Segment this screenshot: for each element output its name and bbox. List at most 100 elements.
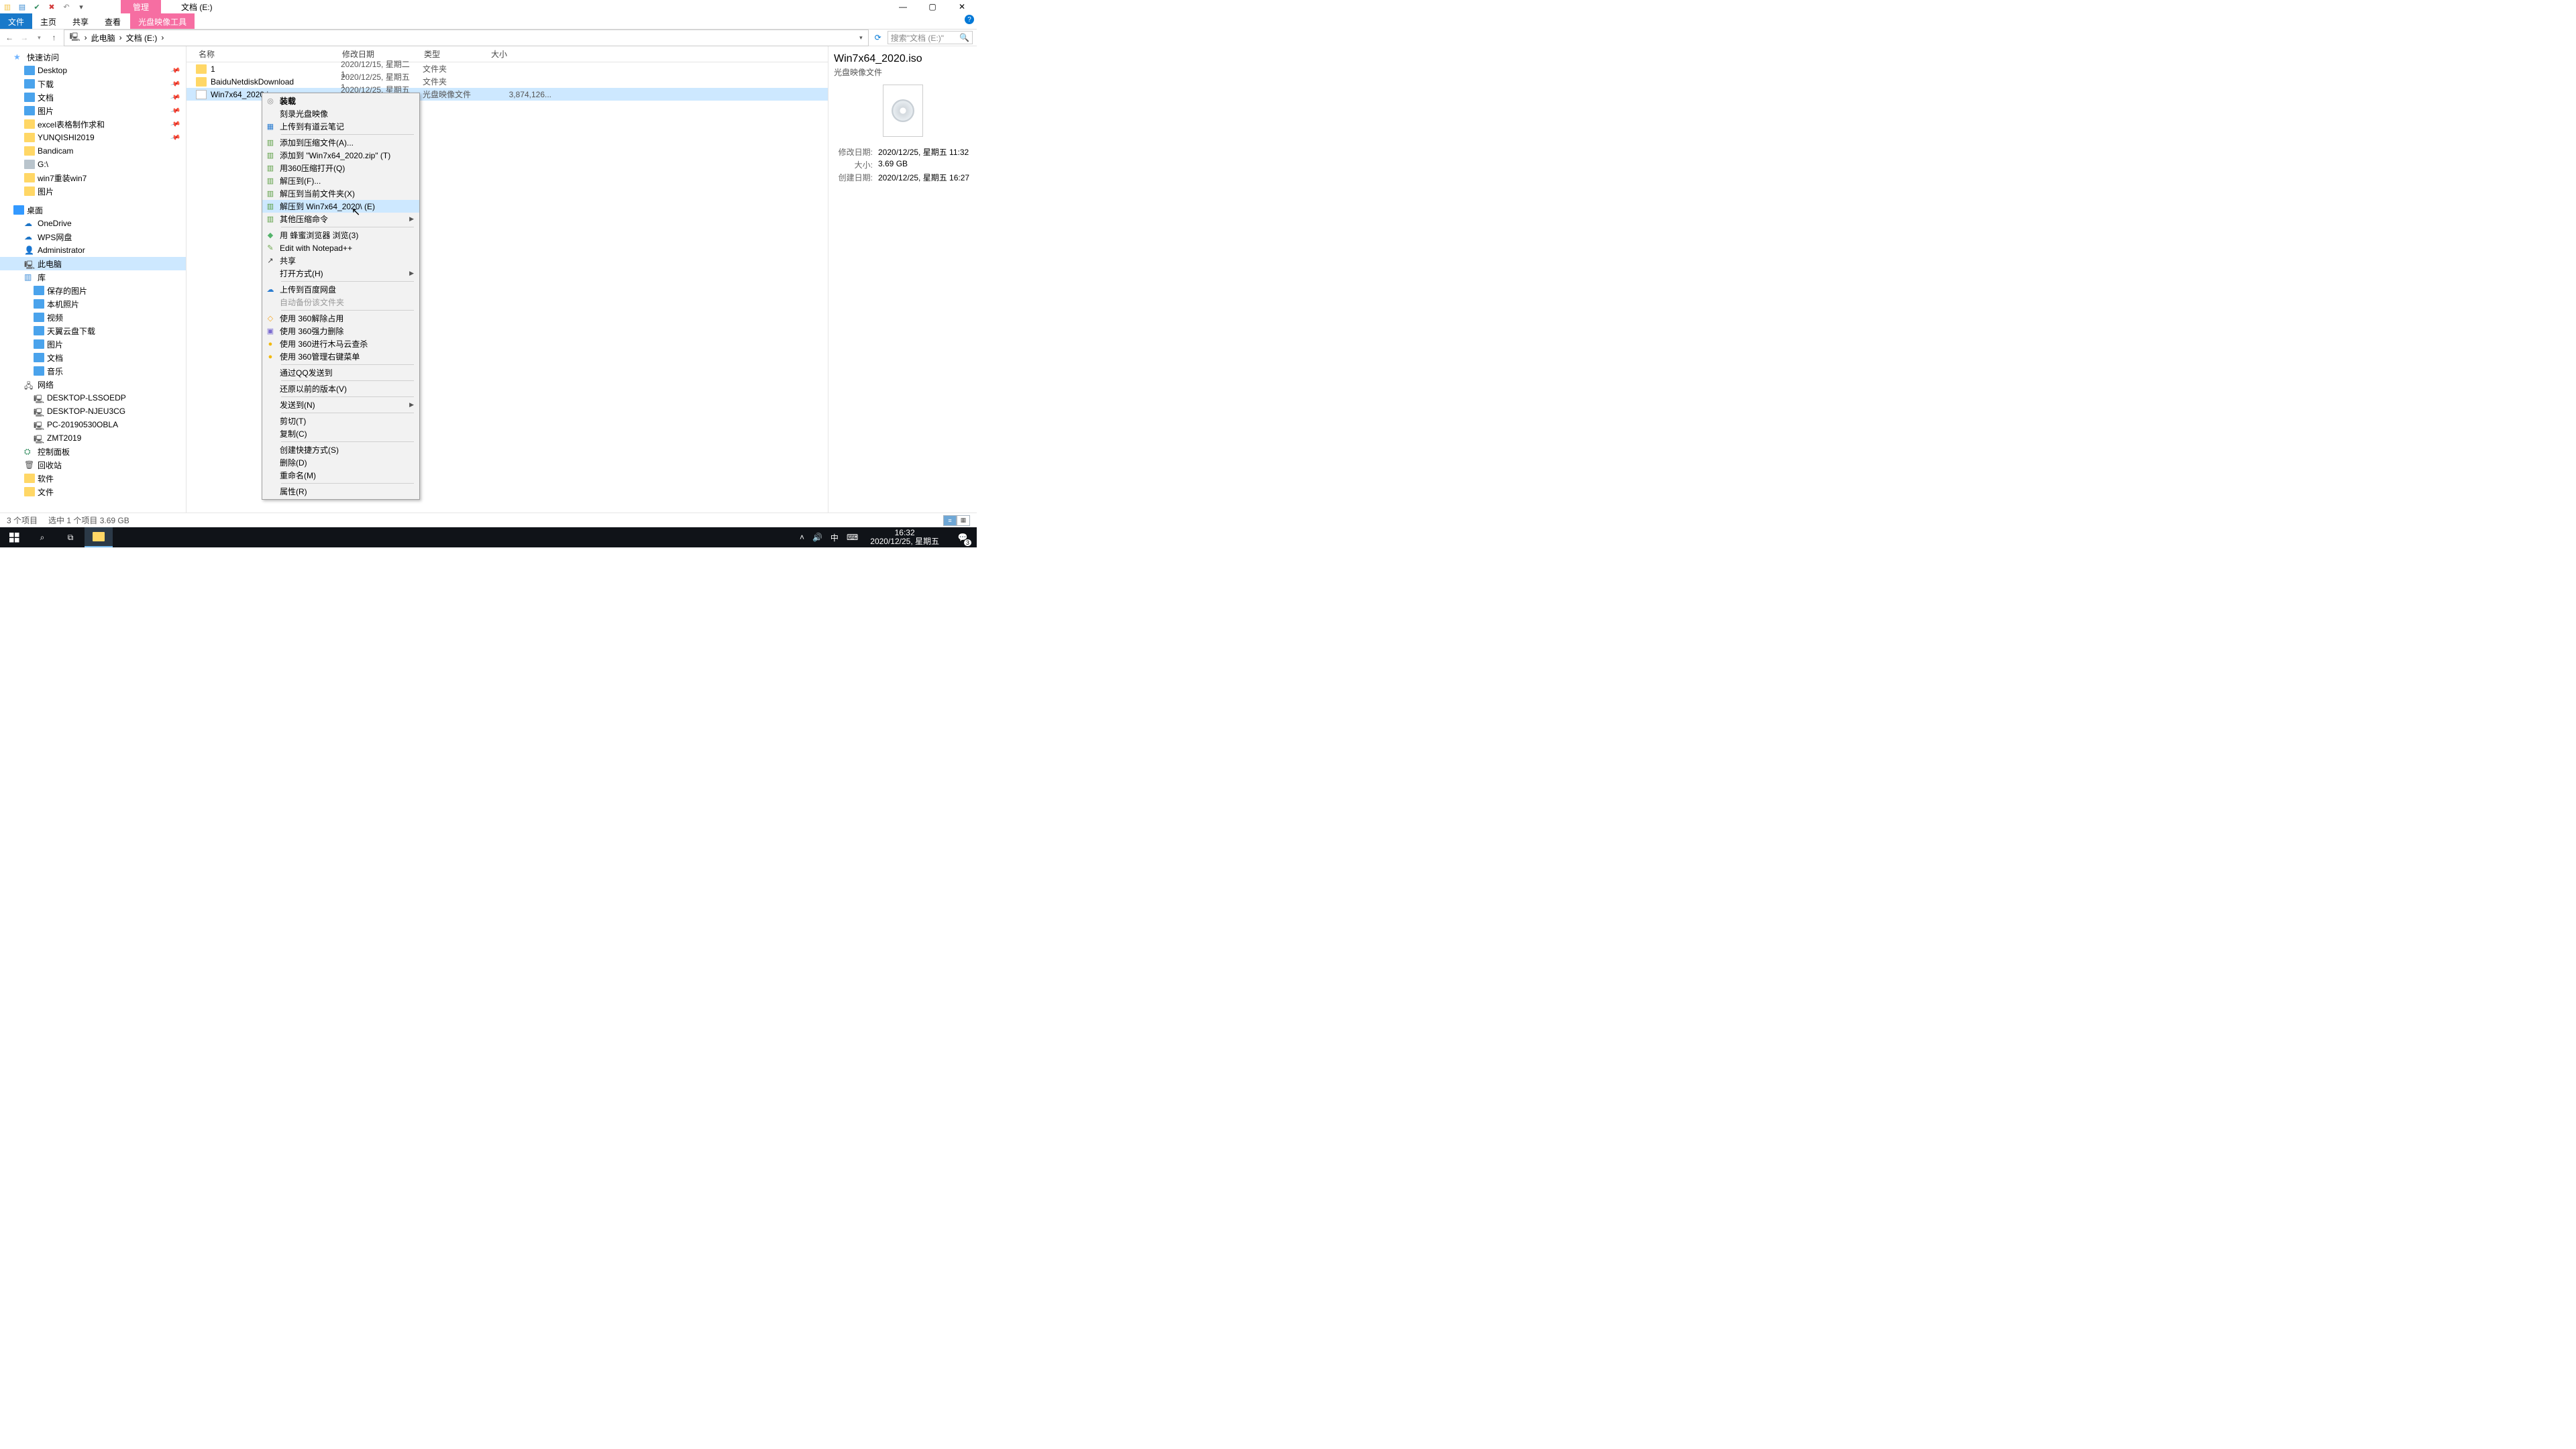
menu-item[interactable]: ▦上传到有道云笔记	[262, 120, 419, 133]
file-row[interactable]: BaiduNetdiskDownload2020/12/25, 星期五 1...…	[186, 75, 828, 88]
nav-item[interactable]: 软件	[0, 472, 186, 485]
details-view-icon[interactable]: ≡	[943, 515, 957, 526]
menu-item[interactable]: ●使用 360进行木马云查杀	[262, 337, 419, 350]
qat-pin-icon[interactable]: ▤	[17, 2, 27, 11]
explorer-taskbar-button[interactable]	[85, 527, 113, 547]
menu-item[interactable]: 发送到(N)▶	[262, 398, 419, 411]
menu-item[interactable]: ▥添加到压缩文件(A)...	[262, 136, 419, 149]
menu-item[interactable]: ◆用 蜂蜜浏览器 浏览(3)	[262, 229, 419, 241]
nav-item[interactable]: 图片	[0, 184, 186, 198]
forward-button[interactable]: →	[19, 33, 30, 42]
up-button[interactable]: ↑	[48, 33, 59, 42]
nav-onedrive[interactable]: ☁OneDrive	[0, 217, 186, 230]
menu-item[interactable]: ▣使用 360强力删除	[262, 325, 419, 337]
refresh-button[interactable]: ⟳	[873, 33, 883, 42]
menu-item[interactable]: ◇使用 360解除占用	[262, 312, 419, 325]
menu-item[interactable]: 复制(C)	[262, 427, 419, 440]
nav-wps[interactable]: ☁WPS网盘	[0, 230, 186, 244]
close-button[interactable]: ✕	[947, 0, 977, 13]
menu-item[interactable]: ▥解压到 Win7x64_2020\ (E)	[262, 200, 419, 213]
qat-check-icon[interactable]: ✔	[32, 2, 42, 11]
menu-item[interactable]: ✎Edit with Notepad++	[262, 241, 419, 254]
menu-item[interactable]: 打开方式(H)▶	[262, 267, 419, 280]
ime-mode-icon[interactable]: ⌨	[847, 533, 858, 542]
icons-view-icon[interactable]: ▦	[957, 515, 970, 526]
menu-item[interactable]: ☁上传到百度网盘	[262, 283, 419, 296]
start-button[interactable]	[0, 527, 28, 547]
qat-close-icon[interactable]: ✖	[47, 2, 56, 11]
nav-net-pc[interactable]: 🖳ZMT2019	[0, 431, 186, 445]
nav-libraries[interactable]: ▥库	[0, 270, 186, 284]
view-toggle[interactable]: ≡ ▦	[943, 515, 970, 526]
tab-home[interactable]: 主页	[32, 13, 64, 29]
clock[interactable]: 16:32 2020/12/25, 星期五	[866, 529, 943, 546]
nav-net-pc[interactable]: 🖳PC-20190530OBLA	[0, 418, 186, 431]
nav-lib-item[interactable]: 图片	[0, 337, 186, 351]
help-button[interactable]: ?	[965, 15, 974, 24]
menu-item[interactable]: ▥用360压缩打开(Q)	[262, 162, 419, 174]
file-row[interactable]: 12020/12/15, 星期二 1...文件夹	[186, 62, 828, 75]
nav-control-panel[interactable]: ⛭控制面板	[0, 445, 186, 458]
minimize-button[interactable]: —	[888, 0, 918, 13]
menu-item[interactable]: 删除(D)	[262, 456, 419, 469]
back-button[interactable]: ←	[4, 33, 15, 42]
menu-item[interactable]: 刻录光盘映像	[262, 107, 419, 120]
menu-item[interactable]: 创建快捷方式(S)	[262, 443, 419, 456]
task-view-button[interactable]: ⧉	[56, 527, 85, 547]
search-input[interactable]: 搜索"文档 (E:)" 🔍	[888, 31, 973, 44]
ime-indicator[interactable]: 中	[830, 532, 839, 543]
menu-item[interactable]: 属性(R)	[262, 485, 419, 498]
nav-user[interactable]: 👤Administrator	[0, 244, 186, 257]
nav-lib-item[interactable]: 天翼云盘下载	[0, 324, 186, 337]
crumb-pc[interactable]: 此电脑	[90, 32, 117, 44]
nav-lib-item[interactable]: 保存的图片	[0, 284, 186, 297]
menu-item[interactable]: ▥解压到当前文件夹(X)	[262, 187, 419, 200]
menu-item[interactable]: 通过QQ发送到	[262, 366, 419, 379]
qat-undo-icon[interactable]: ↶	[62, 2, 71, 11]
nav-this-pc[interactable]: 🖳此电脑	[0, 257, 186, 270]
nav-item[interactable]: win7重装win7	[0, 171, 186, 184]
menu-item[interactable]: ↗共享	[262, 254, 419, 267]
action-center-button[interactable]: 💬3	[951, 527, 974, 547]
menu-item[interactable]: 剪切(T)	[262, 415, 419, 427]
nav-item[interactable]: Bandicam	[0, 144, 186, 158]
col-name[interactable]: 名称	[196, 48, 339, 60]
tab-disc-image-tools[interactable]: 光盘映像工具	[130, 13, 195, 29]
nav-lib-item[interactable]: 文档	[0, 351, 186, 364]
menu-item[interactable]: ▥解压到(F)...	[262, 174, 419, 187]
nav-net-pc[interactable]: 🖳DESKTOP-NJEU3CG	[0, 405, 186, 418]
nav-net-pc[interactable]: 🖳DESKTOP-LSSOEDP	[0, 391, 186, 405]
nav-desktop[interactable]: Desktop📌	[0, 64, 186, 77]
menu-item[interactable]: 还原以前的版本(V)	[262, 382, 419, 395]
tray-chevron-icon[interactable]: ˄	[800, 533, 804, 542]
tab-share[interactable]: 共享	[64, 13, 97, 29]
tab-view[interactable]: 查看	[97, 13, 129, 29]
nav-lib-item[interactable]: 本机照片	[0, 297, 186, 311]
menu-item[interactable]: ◎装载	[262, 95, 419, 107]
nav-recycle-bin[interactable]: 🗑回收站	[0, 458, 186, 472]
menu-item[interactable]: ▥添加到 "Win7x64_2020.zip" (T)	[262, 149, 419, 162]
crumb-drive[interactable]: 文档 (E:)	[125, 32, 159, 44]
tab-file[interactable]: 文件	[0, 13, 32, 29]
nav-lib-item[interactable]: 音乐	[0, 364, 186, 378]
nav-desktop-root[interactable]: 桌面	[0, 203, 186, 217]
nav-downloads[interactable]: 下载📌	[0, 77, 186, 91]
nav-quick-access[interactable]: ★快速访问	[0, 50, 186, 64]
recent-dropdown[interactable]: ▾	[34, 34, 44, 42]
column-headers[interactable]: 名称 修改日期 类型 大小	[186, 46, 828, 62]
volume-icon[interactable]: 🔊	[812, 533, 822, 542]
nav-item[interactable]: excel表格制作求和📌	[0, 117, 186, 131]
nav-item[interactable]: 文件	[0, 485, 186, 498]
col-size[interactable]: 大小	[488, 48, 550, 60]
nav-item[interactable]: YUNQISHI2019📌	[0, 131, 186, 144]
menu-item[interactable]: ●使用 360管理右键菜单	[262, 350, 419, 363]
search-button[interactable]: ⌕	[28, 527, 56, 547]
menu-item[interactable]: ▥其他压缩命令▶	[262, 213, 419, 225]
nav-drive-g[interactable]: G:\	[0, 158, 186, 171]
breadcrumb[interactable]: 🖳 › 此电脑 › 文档 (E:) › ▾	[64, 30, 869, 46]
nav-pictures[interactable]: 图片📌	[0, 104, 186, 117]
qat-dropdown-icon[interactable]: ▾	[76, 2, 86, 11]
address-dropdown-icon[interactable]: ▾	[858, 34, 864, 42]
nav-documents[interactable]: 文档📌	[0, 91, 186, 104]
col-type[interactable]: 类型	[421, 48, 488, 60]
